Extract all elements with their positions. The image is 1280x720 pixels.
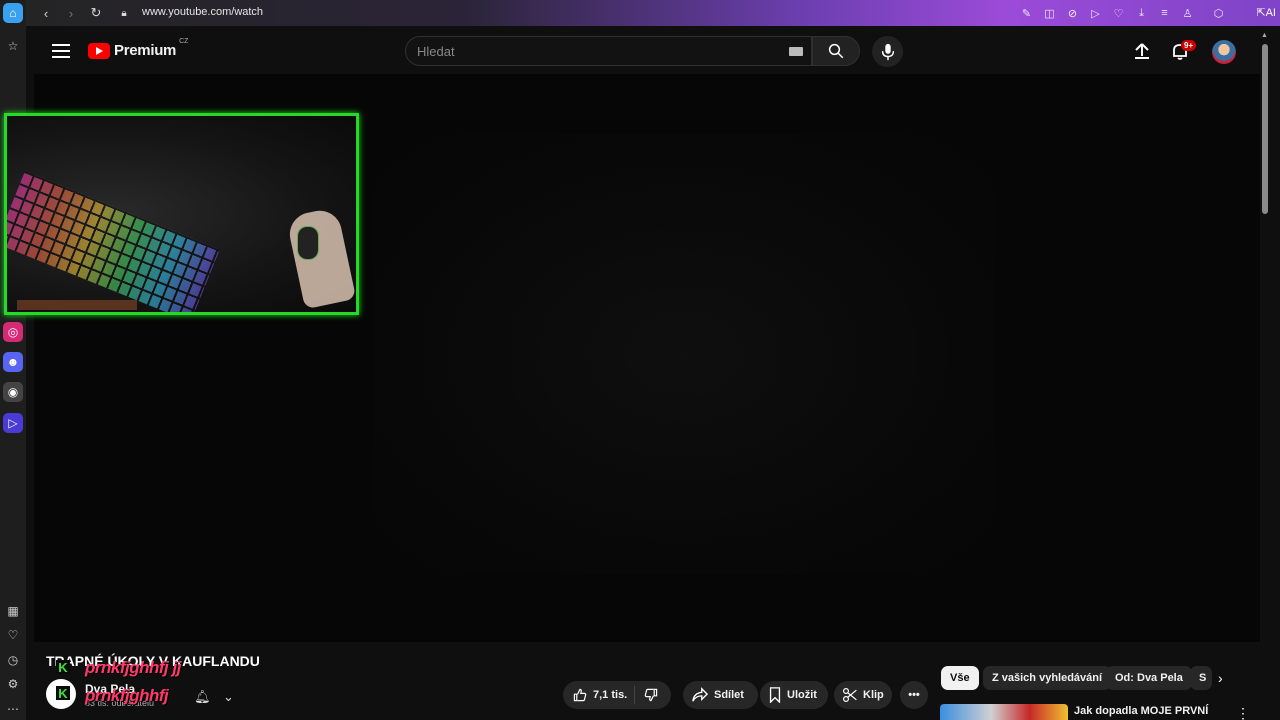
home-icon[interactable]: ⌂ <box>3 3 23 23</box>
scissors-icon <box>843 688 857 702</box>
history-icon[interactable]: ◷ <box>3 650 23 670</box>
instagram-icon[interactable]: ◎ <box>3 322 23 342</box>
more-icon[interactable]: ⋯ <box>3 699 23 719</box>
desk-image <box>17 300 137 310</box>
recommendation-thumbnail[interactable] <box>940 704 1068 720</box>
voice-search-button[interactable] <box>872 36 903 67</box>
like-dislike-group: 7,1 tis. <box>563 681 671 709</box>
play-icon[interactable]: ▷ <box>1084 7 1107 20</box>
toolbar-icons: ✎ ◫ ⊘ ▷ ♡ ⤓ ≡ ♙ ⬡ <box>1015 4 1230 22</box>
microphone-icon <box>881 43 894 60</box>
chip-from-channel[interactable]: Od: Dva Pela <box>1106 666 1192 690</box>
logo-region: CZ <box>179 38 189 45</box>
like-button[interactable]: 7,1 tis. <box>563 686 635 704</box>
clip-button[interactable]: Klip <box>834 681 892 709</box>
menu-icon[interactable] <box>50 42 72 60</box>
chevron-right-icon[interactable]: › <box>1218 670 1223 686</box>
thumb-down-icon <box>644 688 657 702</box>
save-button[interactable]: Uložit <box>760 681 828 709</box>
upload-icon[interactable] <box>1132 41 1152 61</box>
keyboard-icon[interactable] <box>789 47 803 56</box>
share-button[interactable]: Sdílet <box>683 681 758 709</box>
lock-icon: 🔒︎ <box>121 7 127 19</box>
dislike-button[interactable] <box>635 687 671 703</box>
address-bar: ‹ › ↻ 🔒︎ www.youtube.com/watch ✎ ◫ ⊘ ▷ ♡… <box>26 0 1280 26</box>
recommendation-menu-icon[interactable]: ⋮ <box>1236 705 1250 720</box>
overlay-k-icon: K <box>56 686 70 701</box>
overlay-text: prnkfjghhfj jj <box>85 658 181 677</box>
clip-label: Klip <box>863 689 884 701</box>
chip-all[interactable]: Vše <box>941 666 979 690</box>
search-box <box>405 36 812 66</box>
webcam-overlay <box>4 113 359 315</box>
more-actions-button[interactable]: ••• <box>900 681 928 709</box>
media-icon[interactable]: ▷ <box>3 413 23 433</box>
vpn-icon[interactable]: ⊘ <box>1061 7 1084 20</box>
scroll-up-icon[interactable]: ▲ <box>1261 32 1268 39</box>
overlay-k-icon: K <box>56 660 70 675</box>
camera-icon[interactable]: ◫ <box>1038 7 1061 20</box>
menu-icon[interactable]: ≡ <box>1153 7 1176 19</box>
search-icon <box>828 43 844 59</box>
youtube-logo[interactable]: Premium CZ <box>88 38 188 59</box>
subscription-bell-button[interactable]: 🔔︎ ⌄ <box>188 684 240 710</box>
chip-from-searches[interactable]: Z vašich vyhledávání <box>983 666 1112 690</box>
account-avatar[interactable] <box>1212 40 1236 64</box>
ai-button[interactable]: ⇱AI <box>1256 6 1276 19</box>
bookmark-icon <box>769 687 781 703</box>
video-frame <box>374 134 994 574</box>
music-player-icon[interactable]: ◉ <box>3 382 23 402</box>
ai-label: AI <box>1265 7 1276 19</box>
notification-badge: 9+ <box>1181 40 1197 51</box>
browser-sidebar: ⌂ ☆ ◎ ☻ ◉ ▷ ▦ ♡ ◷ ⚙ ⋯ <box>0 0 26 720</box>
overlay-text: prnkfjghhfj <box>85 686 169 705</box>
thumb-up-icon <box>573 688 587 702</box>
search-input[interactable] <box>417 44 777 59</box>
profile-icon[interactable]: ♙ <box>1176 7 1199 20</box>
share-label: Sdílet <box>714 689 744 701</box>
discord-icon[interactable]: ☻ <box>3 352 23 372</box>
reload-button[interactable]: ↻ <box>86 3 106 23</box>
edit-icon[interactable]: ✎ <box>1015 7 1038 20</box>
scrollbar[interactable] <box>1262 44 1268 214</box>
save-label: Uložit <box>787 689 817 701</box>
settings-icon[interactable]: ⚙ <box>3 674 23 694</box>
apps-icon[interactable]: ▦ <box>3 601 23 621</box>
bell-icon: 🔔︎ <box>194 689 211 704</box>
extension-icon[interactable]: ⬡ <box>1207 7 1230 20</box>
forward-button[interactable]: › <box>61 3 81 23</box>
heart-icon[interactable]: ♡ <box>1107 7 1130 20</box>
recommendation-title[interactable]: Jak dopadla MOJE PRVNÍ <box>1074 705 1208 717</box>
chevron-down-icon: ⌄ <box>222 689 234 704</box>
back-button[interactable]: ‹ <box>36 3 56 23</box>
star-icon[interactable]: ☆ <box>3 36 23 56</box>
more-icon: ••• <box>908 689 920 701</box>
mouse-image <box>297 226 319 260</box>
youtube-play-icon <box>88 42 110 59</box>
heart-icon[interactable]: ♡ <box>3 625 23 645</box>
like-count: 7,1 tis. <box>593 689 628 701</box>
chip-more[interactable]: S <box>1190 666 1212 690</box>
search-button[interactable] <box>812 36 860 66</box>
logo-text: Premium <box>114 42 177 59</box>
share-icon <box>692 687 709 702</box>
url-field[interactable]: www.youtube.com/watch <box>142 6 263 18</box>
download-icon[interactable]: ⤓ <box>1130 7 1153 20</box>
